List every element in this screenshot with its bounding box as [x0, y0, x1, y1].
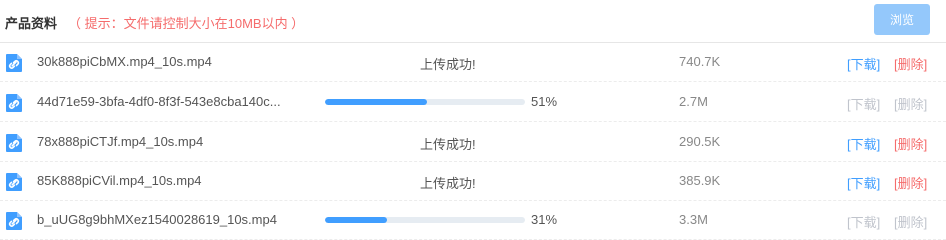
upload-percent: 51%	[531, 94, 558, 109]
delete-link[interactable]: [删除]	[894, 212, 927, 231]
file-size: 2.7M	[679, 94, 708, 109]
download-link[interactable]: [下载]	[847, 134, 880, 153]
upload-header: 产品资料 （ 提示：文件请控制大小在10MB以内 ） 浏览	[0, 0, 946, 43]
file-link-icon	[5, 211, 23, 231]
download-link[interactable]: [下载]	[847, 94, 880, 113]
download-link[interactable]: [下载]	[847, 54, 880, 73]
file-row: b_uUG8g9bhMXez1540028619_10s.mp4 31% 3.3M […	[0, 200, 946, 240]
file-name: 30k888piCbMX.mp4_10s.mp4	[37, 54, 212, 69]
delete-link[interactable]: [删除]	[894, 94, 927, 113]
file-size: 740.7K	[679, 54, 721, 69]
file-link-icon	[5, 93, 23, 113]
delete-link[interactable]: [删除]	[894, 54, 927, 73]
file-link-icon	[5, 172, 23, 192]
file-link-icon	[5, 133, 23, 153]
file-size: 385.9K	[679, 173, 721, 188]
file-row: 85K888piCVil.mp4_10s.mp4 上传成功! 385.9K [下载] […	[0, 161, 946, 201]
upload-progress-fill	[325, 217, 387, 223]
section-title: 产品资料	[5, 16, 58, 31]
upload-status: 上传成功!	[420, 57, 476, 72]
file-name: 85K888piCVil.mp4_10s.mp4	[37, 173, 202, 188]
upload-status: 上传成功!	[420, 176, 476, 191]
file-name: b_uUG8g9bhMXez1540028619_10s.mp4	[37, 212, 277, 227]
download-link[interactable]: [下载]	[847, 212, 880, 231]
file-row: 30k888piCbMX.mp4_10s.mp4 上传成功! 740.7K [下载] […	[0, 42, 946, 82]
delete-link[interactable]: [删除]	[894, 134, 927, 153]
upload-progress-bar	[325, 217, 525, 223]
file-name: 78x888piCTJf.mp4_10s.mp4	[37, 134, 204, 149]
file-link-icon	[5, 53, 23, 73]
size-hint: （ 提示：文件请控制大小在10MB以内 ）	[68, 16, 305, 31]
upload-status: 上传成功!	[420, 137, 476, 152]
file-name: 44d71e59-3bfa-4df0-8f3f-543e8cba140c...	[37, 94, 281, 109]
upload-progress-bar	[325, 99, 525, 105]
upload-percent: 31%	[531, 212, 558, 227]
file-row: 44d71e59-3bfa-4df0-8f3f-543e8cba140c... 5…	[0, 82, 946, 122]
upload-progress-fill	[325, 99, 427, 105]
file-row: 78x888piCTJf.mp4_10s.mp4 上传成功! 290.5K [下载] […	[0, 122, 946, 162]
download-link[interactable]: [下载]	[847, 173, 880, 192]
file-size: 3.3M	[679, 212, 708, 227]
delete-link[interactable]: [删除]	[894, 173, 927, 192]
browse-button[interactable]: 浏览	[874, 4, 930, 35]
file-size: 290.5K	[679, 134, 721, 149]
